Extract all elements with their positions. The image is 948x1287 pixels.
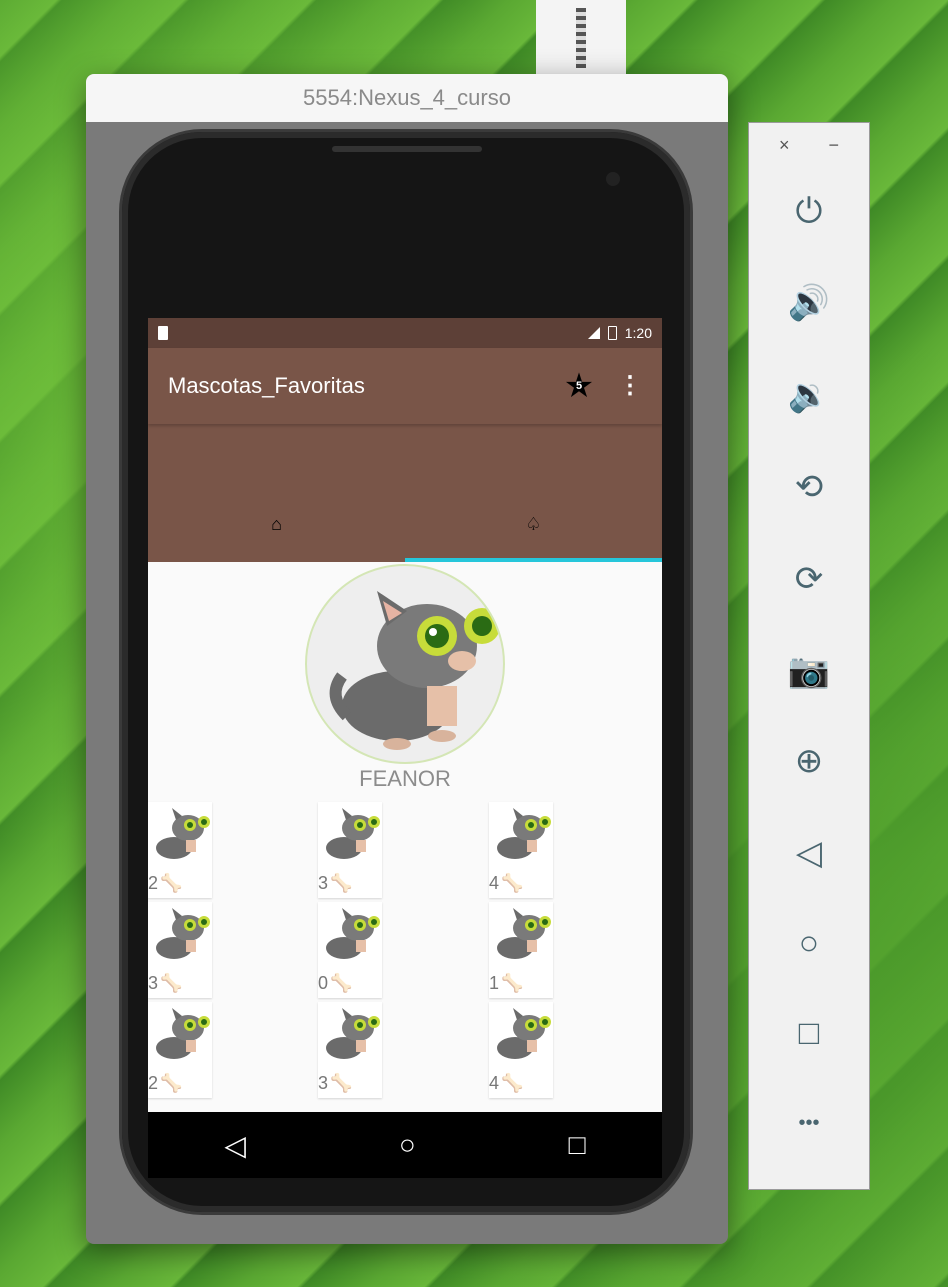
zoom-icon[interactable]: ⊕: [749, 741, 869, 781]
app-title: Mascotas_Favoritas: [168, 373, 365, 398]
pet-card[interactable]: 3 🦴: [148, 902, 212, 998]
status-time: 1:20: [624, 325, 652, 341]
emulator-side-panel: × − ⏻ 🔊 🔉 ⟲ ⟳ 📷 ⊕ ◁ ○ □ •••: [748, 122, 870, 1190]
rotate-left-icon[interactable]: ⟲: [749, 467, 869, 507]
like-count: 4: [489, 1073, 500, 1093]
sd-card-icon: [158, 326, 168, 340]
rotate-right-icon[interactable]: ⟳: [749, 559, 869, 599]
pet-card[interactable]: 4 🦴: [489, 802, 553, 898]
close-icon[interactable]: ×: [779, 135, 790, 156]
signal-icon: [587, 327, 600, 339]
back-icon[interactable]: ◁: [224, 1129, 246, 1162]
desktop-file-icon[interactable]: [536, 0, 626, 78]
pet-card[interactable]: 2 🦴: [148, 1002, 212, 1098]
like-count: 4: [489, 873, 500, 893]
bone-icon: 🦴: [160, 873, 183, 893]
bone-icon: 🦴: [330, 973, 353, 993]
phone-speaker: [332, 146, 482, 152]
tab-home[interactable]: ⌂: [148, 514, 405, 535]
pet-card[interactable]: 3 🦴: [318, 802, 382, 898]
pet-thumbnail: [497, 1008, 551, 1059]
bone-icon: 🦴: [330, 873, 353, 893]
overview-icon[interactable]: □: [749, 1013, 869, 1053]
back-icon[interactable]: ◁: [749, 833, 869, 873]
like-count: 1: [489, 973, 500, 993]
bone-icon: 🦴: [501, 1073, 524, 1093]
bone-icon: 🦴: [501, 873, 524, 893]
pet-icon: ♤: [525, 514, 542, 534]
bone-icon: 🦴: [160, 973, 183, 993]
pet-card[interactable]: 3 🦴: [318, 1002, 382, 1098]
favorites-count: 5: [575, 380, 583, 392]
recents-icon[interactable]: □: [569, 1129, 586, 1161]
pet-thumbnail: [326, 1008, 380, 1059]
pet-thumbnail: [497, 908, 551, 959]
emulator-window: 5554:Nexus_4_curso 1:20 Mascotas_Favorit…: [86, 74, 728, 1244]
pet-thumbnail: [156, 1008, 210, 1059]
like-count: 0: [318, 973, 329, 993]
navigation-bar: ◁ ○ □: [148, 1112, 662, 1178]
pet-name: FEANOR: [359, 766, 451, 791]
pet-card[interactable]: 1 🦴: [489, 902, 553, 998]
front-camera: [606, 172, 620, 186]
bone-icon: 🦴: [501, 973, 524, 993]
tab-pet-profile[interactable]: ♤: [405, 514, 662, 535]
like-count: 3: [318, 873, 329, 893]
phone-frame: 1:20 Mascotas_Favoritas ★ 5 ⋮ ⌂ ♤ FEANOR…: [122, 132, 690, 1212]
home-nav-icon[interactable]: ○: [399, 1129, 416, 1161]
pet-thumbnail: [156, 908, 210, 959]
more-icon[interactable]: •••: [749, 1103, 869, 1143]
pet-thumbnail: [497, 808, 551, 859]
window-title[interactable]: 5554:Nexus_4_curso: [86, 74, 728, 122]
volume-down-icon[interactable]: 🔉: [749, 375, 869, 415]
pet-card[interactable]: 4 🦴: [489, 1002, 553, 1098]
pet-thumbnail: [326, 908, 380, 959]
pet-card[interactable]: 0 🦴: [318, 902, 382, 998]
tab-bar: ⌂ ♤: [148, 424, 662, 562]
camera-icon[interactable]: 📷: [749, 651, 869, 691]
home-icon: ⌂: [271, 514, 282, 534]
like-count: 2: [148, 873, 159, 893]
status-bar: 1:20: [148, 318, 662, 348]
app-bar: Mascotas_Favoritas ★ 5 ⋮: [148, 348, 662, 424]
overflow-menu-icon[interactable]: ⋮: [618, 374, 642, 398]
like-count: 2: [148, 1073, 159, 1093]
device-screen: 1:20 Mascotas_Favoritas ★ 5 ⋮ ⌂ ♤ FEANOR…: [148, 318, 662, 1178]
favorites-star-button[interactable]: ★ 5: [564, 369, 594, 403]
bone-icon: 🦴: [330, 1073, 353, 1093]
pet-thumbnail: [326, 808, 380, 859]
battery-icon: [607, 326, 617, 340]
pet-card[interactable]: 2 🦴: [148, 802, 212, 898]
home-icon[interactable]: ○: [749, 923, 869, 963]
pet-avatar: [305, 564, 505, 764]
like-count: 3: [148, 973, 159, 993]
like-count: 3: [318, 1073, 329, 1093]
minimize-icon[interactable]: −: [828, 135, 839, 156]
pet-thumbnail: [156, 808, 210, 859]
power-icon[interactable]: ⏻: [749, 191, 869, 231]
volume-up-icon[interactable]: 🔊: [749, 283, 869, 323]
bone-icon: 🦴: [160, 1073, 183, 1093]
pet-profile: FEANOR: [148, 562, 662, 791]
